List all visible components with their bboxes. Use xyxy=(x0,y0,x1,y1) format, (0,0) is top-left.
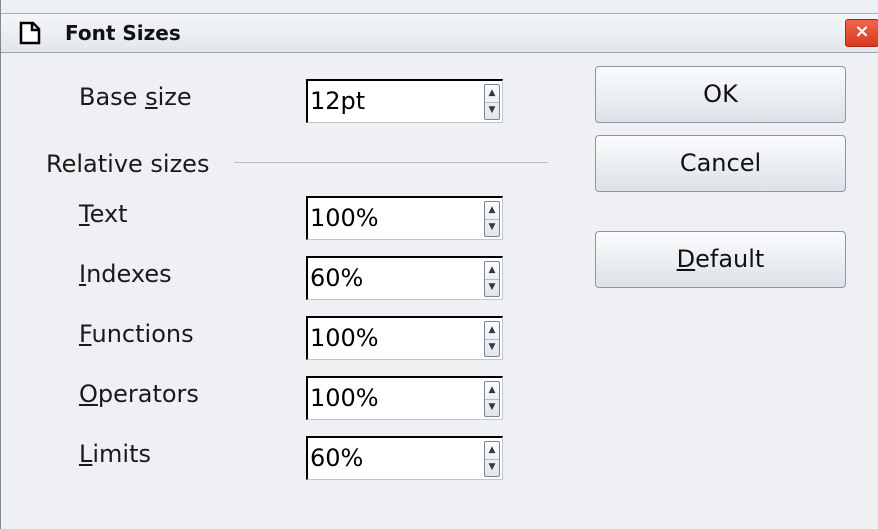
functions-size-value[interactable]: 100% xyxy=(310,324,379,352)
default-button[interactable]: Default xyxy=(595,231,846,288)
relative-sizes-heading: Relative sizes xyxy=(46,150,210,178)
functions-size-spinbox[interactable]: 100% ▲ ▼ xyxy=(306,316,503,360)
close-button[interactable]: × xyxy=(845,19,878,47)
functions-label: Functions xyxy=(79,320,194,348)
spin-up-icon[interactable]: ▲ xyxy=(485,382,499,400)
spin-up-icon[interactable]: ▲ xyxy=(485,322,499,340)
text-size-spinbox[interactable]: 100% ▲ ▼ xyxy=(306,196,503,240)
limits-label: Limits xyxy=(79,440,152,468)
spin-up-icon[interactable]: ▲ xyxy=(485,85,499,103)
text-size-spin-buttons: ▲ ▼ xyxy=(484,201,500,237)
indexes-size-spinbox[interactable]: 60% ▲ ▼ xyxy=(306,256,503,300)
limits-size-value[interactable]: 60% xyxy=(310,444,363,472)
title-bar: Font Sizes × xyxy=(1,13,878,53)
spin-down-icon[interactable]: ▼ xyxy=(485,339,499,356)
base-size-value[interactable]: 12pt xyxy=(310,87,365,115)
spin-down-icon[interactable]: ▼ xyxy=(485,102,499,119)
spin-down-icon[interactable]: ▼ xyxy=(485,219,499,236)
operators-size-spinbox[interactable]: 100% ▲ ▼ xyxy=(306,376,503,420)
operators-size-spin-buttons: ▲ ▼ xyxy=(484,381,500,417)
ok-button[interactable]: OK xyxy=(595,66,846,123)
close-icon: × xyxy=(854,21,870,42)
indexes-size-value[interactable]: 60% xyxy=(310,264,363,292)
relative-sizes-separator xyxy=(234,162,548,163)
text-size-value[interactable]: 100% xyxy=(310,204,379,232)
font-sizes-dialog: Font Sizes × Base size 12pt ▲ ▼ Relative… xyxy=(0,0,878,529)
spin-down-icon[interactable]: ▼ xyxy=(485,399,499,416)
spin-up-icon[interactable]: ▲ xyxy=(485,262,499,280)
cancel-button[interactable]: Cancel xyxy=(595,135,846,192)
text-label: Text xyxy=(79,200,128,228)
base-size-spinbox[interactable]: 12pt ▲ ▼ xyxy=(306,79,503,123)
spin-down-icon[interactable]: ▼ xyxy=(485,279,499,296)
operators-label: Operators xyxy=(79,380,199,408)
functions-size-spin-buttons: ▲ ▼ xyxy=(484,321,500,357)
window-title: Font Sizes xyxy=(65,21,181,45)
indexes-size-spin-buttons: ▲ ▼ xyxy=(484,261,500,297)
limits-size-spin-buttons: ▲ ▼ xyxy=(484,441,500,477)
document-icon xyxy=(19,21,41,45)
base-size-label: Base size xyxy=(79,83,192,111)
indexes-label: Indexes xyxy=(79,260,172,288)
spin-up-icon[interactable]: ▲ xyxy=(485,202,499,220)
base-size-spin-buttons: ▲ ▼ xyxy=(484,84,500,120)
operators-size-value[interactable]: 100% xyxy=(310,384,379,412)
spin-up-icon[interactable]: ▲ xyxy=(485,442,499,460)
limits-size-spinbox[interactable]: 60% ▲ ▼ xyxy=(306,436,503,480)
spin-down-icon[interactable]: ▼ xyxy=(485,459,499,476)
